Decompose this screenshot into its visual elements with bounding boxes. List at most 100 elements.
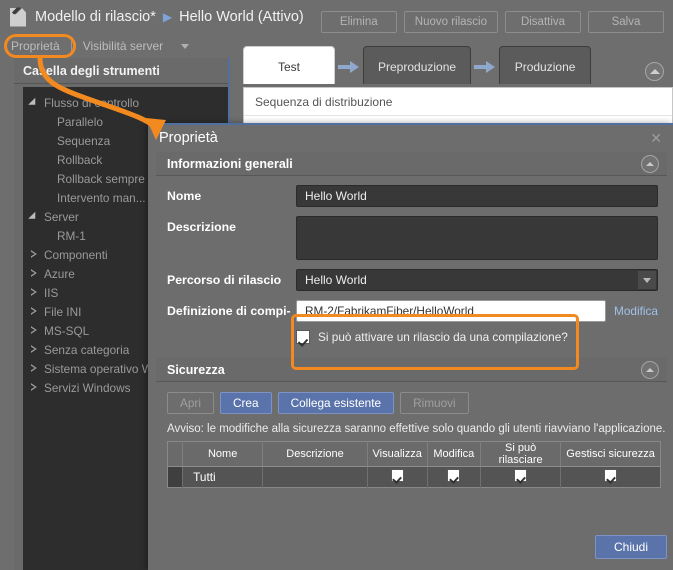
- tree-item-flusso-di-controllo[interactable]: Flusso di controllo: [23, 93, 228, 112]
- delete-button[interactable]: Elimina: [321, 11, 397, 33]
- tree-item-label: Flusso di controllo: [44, 96, 139, 110]
- row-grip[interactable]: [168, 467, 183, 488]
- create-button[interactable]: Crea: [220, 392, 272, 414]
- tree-item-label: IIS: [44, 286, 58, 300]
- chevron-right-icon[interactable]: [31, 289, 44, 297]
- close-dialog-button[interactable]: Chiudi: [595, 535, 667, 559]
- tree-item-label: Rollback sempre: [57, 172, 145, 186]
- column-header-modifica[interactable]: Modifica: [427, 442, 480, 467]
- tab-visibilita-server[interactable]: Visibilità server: [72, 35, 174, 57]
- chevron-down-icon[interactable]: [638, 271, 656, 289]
- dialog-body: Informazioni generali Nome Hello World D…: [156, 152, 667, 526]
- name-label: Nome: [156, 185, 296, 207]
- play-arrow-icon: ▶: [163, 10, 172, 24]
- modifica-checkbox[interactable]: [447, 469, 460, 482]
- open-button[interactable]: Apri: [167, 392, 214, 414]
- field-row-build-definition: Definizione di compi- RM-2/FabrikamFiber…: [156, 300, 667, 344]
- new-release-button[interactable]: Nuovo rilascio: [404, 11, 498, 33]
- tab-proprieta[interactable]: Proprietà: [0, 35, 71, 57]
- chevron-up-icon: [650, 69, 660, 74]
- build-definition-group: RM-2/FabrikamFiber/HelloWorld Modifica S…: [296, 300, 658, 344]
- stage-tab-produzione[interactable]: Produzione: [499, 46, 591, 87]
- sub-tab-bar: Proprietà Visibilità server: [0, 35, 189, 57]
- toolbox-header: Casella degli strumenti: [14, 58, 228, 84]
- tree-item-label: RM-1: [57, 229, 86, 243]
- security-buttons: Apri Crea Collega esistente Rimuovi: [156, 382, 667, 414]
- tree-item-label: Parallelo: [57, 115, 103, 129]
- visualizza-checkbox[interactable]: [391, 469, 404, 482]
- rilasciare-checkbox[interactable]: [514, 469, 527, 482]
- can-trigger-checkbox-row[interactable]: Si può attivare un rilascio da una compi…: [296, 330, 658, 344]
- security-warning-text: Avviso: le modifiche alla sicurezza sara…: [156, 414, 667, 441]
- link-existing-button[interactable]: Collega esistente: [278, 392, 395, 414]
- table-header-row: Nome Descrizione Visualizza Modifica Si …: [168, 442, 661, 467]
- chevron-right-icon[interactable]: [31, 346, 44, 354]
- chevron-right-icon[interactable]: [31, 365, 44, 373]
- tree-item-label: Componenti: [44, 248, 108, 262]
- section-collapse-button[interactable]: [641, 155, 659, 173]
- cell-si-puo-rilasciare[interactable]: [481, 467, 561, 488]
- toolbar-actions: Elimina Nuovo rilascio Disattiva Salva: [321, 11, 664, 33]
- column-header-gestisci-sicurezza[interactable]: Gestisci sicurezza: [561, 442, 661, 467]
- section-collapse-button[interactable]: [641, 361, 659, 379]
- chevron-right-icon[interactable]: [31, 384, 44, 392]
- field-row-name: Nome Hello World: [156, 185, 667, 207]
- toolbox-collapse-button[interactable]: [645, 62, 664, 81]
- chevron-down-icon[interactable]: [181, 44, 189, 49]
- close-icon[interactable]: ✕: [647, 130, 665, 147]
- chevron-right-icon[interactable]: [31, 270, 44, 278]
- chevron-right-icon[interactable]: [31, 308, 44, 316]
- stage-tab-test[interactable]: Test: [243, 46, 335, 87]
- tree-item-label: MS-SQL: [44, 324, 89, 338]
- description-label: Descrizione: [156, 216, 296, 238]
- chevron-up-icon: [646, 368, 654, 372]
- chevron-up-icon: [646, 162, 654, 166]
- gestisci-checkbox[interactable]: [604, 469, 617, 482]
- field-row-release-path: Percorso di rilascio Hello World: [156, 269, 667, 291]
- build-definition-input[interactable]: RM-2/FabrikamFiber/HelloWorld: [296, 300, 606, 322]
- triangle-open-icon[interactable]: [31, 212, 44, 222]
- cell-modifica[interactable]: [427, 467, 480, 488]
- table-row[interactable]: Tutti: [168, 467, 661, 488]
- column-header-descrizione[interactable]: Descrizione: [263, 442, 368, 467]
- document-pen-icon: [10, 8, 26, 27]
- stage-tab-preproduzione[interactable]: Preproduzione: [363, 46, 471, 87]
- flow-arrow-icon: [474, 61, 496, 73]
- tree-item-label: Server: [44, 210, 79, 224]
- breadcrumb-root[interactable]: Modello di rilascio*: [35, 9, 156, 25]
- tree-item-label: Senza categoria: [44, 343, 129, 357]
- build-definition-edit-link[interactable]: Modifica: [614, 304, 658, 318]
- section-header-security[interactable]: Sicurezza: [156, 358, 667, 382]
- release-path-select[interactable]: Hello World: [296, 269, 658, 291]
- chevron-right-icon[interactable]: [31, 251, 44, 259]
- deactivate-button[interactable]: Disattiva: [505, 11, 581, 33]
- breadcrumb-current: Hello World (Attivo): [179, 9, 304, 25]
- tree-item-label: Sequenza: [57, 134, 110, 148]
- tree-item-label: Intervento man...: [57, 191, 146, 205]
- section-title: Informazioni generali: [167, 157, 293, 171]
- dialog-header: Proprietà ✕: [148, 125, 673, 151]
- remove-button[interactable]: Rimuovi: [400, 392, 469, 414]
- save-button[interactable]: Salva: [588, 11, 664, 33]
- dialog-title: Proprietà: [159, 130, 218, 146]
- name-input[interactable]: Hello World: [296, 185, 658, 207]
- column-header-visualizza[interactable]: Visualizza: [367, 442, 427, 467]
- can-trigger-checkbox[interactable]: [296, 330, 310, 344]
- properties-dialog: Proprietà ✕ Informazioni generali Nome H…: [148, 123, 673, 570]
- column-header-si-puo-rilasciare[interactable]: Si può rilasciare: [481, 442, 561, 467]
- description-input[interactable]: [296, 216, 658, 260]
- cell-visualizza[interactable]: [367, 467, 427, 488]
- section-header-general[interactable]: Informazioni generali: [156, 152, 667, 176]
- build-definition-label: Definizione di compi-: [156, 300, 296, 322]
- column-header-nome[interactable]: Nome: [183, 442, 263, 467]
- cell-gestisci-sicurezza[interactable]: [561, 467, 661, 488]
- dialog-footer: Chiudi: [156, 532, 667, 562]
- flow-arrow-icon: [338, 61, 360, 73]
- toolbox-title: Casella degli strumenti: [23, 64, 160, 78]
- stage-tab-bar: Test Preproduzione Produzione: [243, 46, 591, 87]
- tree-item-label: Rollback: [57, 153, 102, 167]
- chevron-right-icon[interactable]: [31, 327, 44, 335]
- release-management-window: Modello di rilascio* ▶ Hello World (Atti…: [0, 0, 673, 570]
- triangle-open-icon[interactable]: [31, 98, 44, 108]
- field-row-description: Descrizione: [156, 216, 667, 260]
